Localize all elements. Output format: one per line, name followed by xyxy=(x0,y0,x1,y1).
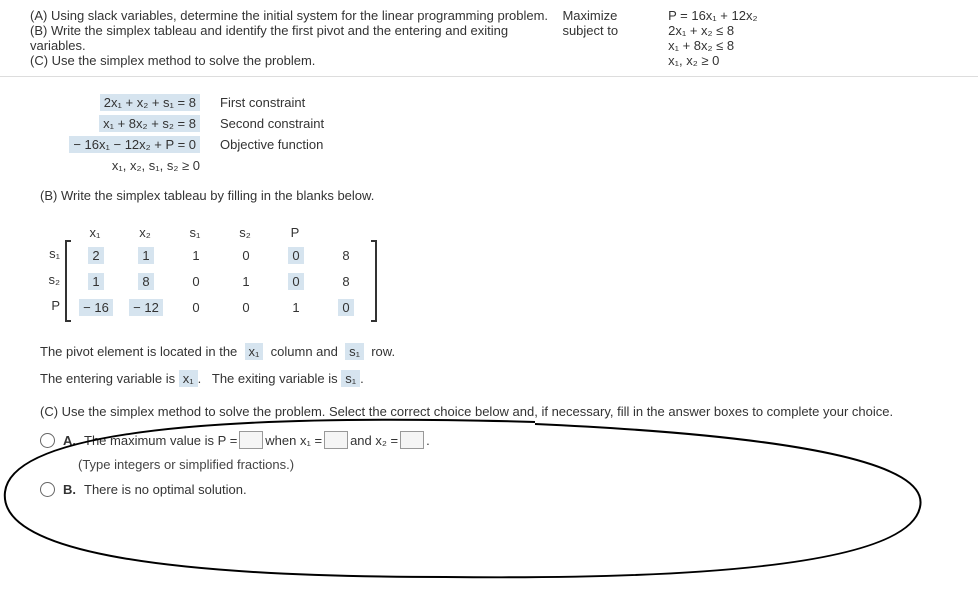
constraint-1: 2x₁ + x₂ ≤ 8 xyxy=(668,23,757,38)
entering-var: x₁ xyxy=(179,370,198,387)
header-problem: Maximize subject to P = 16x₁ + 12x₂ 2x₁ … xyxy=(562,8,948,68)
tableau-header: s₂ xyxy=(220,225,270,240)
tableau-cell: 8 xyxy=(321,248,371,263)
tableau-header xyxy=(320,225,370,240)
slack-label-3: Objective function xyxy=(220,137,323,152)
nonneg-eq: x₁, x₂, s₁, s₂ ≥ 0 xyxy=(40,158,220,173)
tableau-cell: 1 xyxy=(71,274,121,289)
entering-exiting-text: The entering variable is x₁. The exiting… xyxy=(40,371,938,386)
tableau-header: P xyxy=(270,225,320,240)
pivot-row: s₁ xyxy=(345,343,364,360)
exiting-var: s₁ xyxy=(341,370,360,387)
slack-eq-2: x₁ + 8x₂ + s₂ = 8 xyxy=(99,115,200,132)
tableau-cell: 1 xyxy=(271,300,321,315)
tableau-row: 180108 xyxy=(71,268,371,294)
part-b-intro: (B) Write the simplex tableau by filling… xyxy=(40,188,938,203)
initial-system: 2x₁ + x₂ + s₁ = 8 First constraint x₁ + … xyxy=(40,95,938,173)
input-x1[interactable] xyxy=(324,431,348,449)
choice-b-row[interactable]: B. There is no optimal solution. xyxy=(40,482,938,497)
pivot-column: x₁ xyxy=(245,343,264,360)
pivot-location-text: The pivot element is located in the x₁ c… xyxy=(40,344,938,359)
simplex-tableau: x₁x₂s₁s₂P s₁s₂P 211008180108− 16− 120010 xyxy=(40,225,377,322)
row-labels-col: s₁ s₂ P xyxy=(40,240,65,322)
tableau-cell: 0 xyxy=(321,300,371,315)
tableau-header: s₁ xyxy=(170,225,220,240)
tableau-cell: 8 xyxy=(321,274,371,289)
input-x2[interactable] xyxy=(400,431,424,449)
tableau-header: x₁ xyxy=(70,225,120,240)
part-c-intro: (C) Use the simplex method to solve the … xyxy=(40,404,938,419)
slack-eq-3: − 16x₁ − 12x₂ + P = 0 xyxy=(69,136,200,153)
constraint-2: x₁ + 8x₂ ≤ 8 xyxy=(668,38,757,53)
choice-a-label: A. xyxy=(63,433,76,448)
tableau-cell: 1 xyxy=(171,248,221,263)
content-area: 2x₁ + x₂ + s₁ = 8 First constraint x₁ + … xyxy=(0,77,978,525)
tableau-row: − 16− 120010 xyxy=(71,294,371,320)
choice-a-hint: (Type integers or simplified fractions.) xyxy=(78,457,938,472)
tableau-headers: x₁x₂s₁s₂P xyxy=(70,225,377,240)
slack-label-2: Second constraint xyxy=(220,116,324,131)
tableau-cell: 0 xyxy=(221,300,271,315)
tableau-cell: 2 xyxy=(71,248,121,263)
tableau-cell: 0 xyxy=(171,274,221,289)
tableau-body: 211008180108− 16− 120010 xyxy=(65,240,377,322)
slack-label-1: First constraint xyxy=(220,95,305,110)
tableau-cell: 0 xyxy=(271,248,321,263)
choice-a-row[interactable]: A. The maximum value is P = when x₁ = an… xyxy=(40,431,938,449)
tableau-cell: 1 xyxy=(121,248,171,263)
tableau-header: x₂ xyxy=(120,225,170,240)
maximize-label: Maximize xyxy=(562,8,618,23)
choice-b-label: B. xyxy=(63,482,76,497)
tableau-cell: − 12 xyxy=(121,300,171,315)
tableau-row-label: P xyxy=(40,298,65,313)
slack-eq-1: 2x₁ + x₂ + s₁ = 8 xyxy=(100,94,200,111)
tableau-row-label: s₂ xyxy=(40,272,65,287)
instruction-a: (A) Using slack variables, determine the… xyxy=(30,8,562,23)
tableau-cell: 8 xyxy=(121,274,171,289)
tableau-cell: 0 xyxy=(171,300,221,315)
input-p[interactable] xyxy=(239,431,263,449)
instruction-c: (C) Use the simplex method to solve the … xyxy=(30,53,562,68)
problem-header: (A) Using slack variables, determine the… xyxy=(0,0,978,77)
tableau-cell: 0 xyxy=(271,274,321,289)
tableau-cell: 1 xyxy=(221,274,271,289)
header-instructions: (A) Using slack variables, determine the… xyxy=(30,8,562,68)
radio-b[interactable] xyxy=(40,482,55,497)
tableau-row-label: s₁ xyxy=(40,246,65,261)
tableau-cell: 0 xyxy=(221,248,271,263)
objective-eq: P = 16x₁ + 12x₂ xyxy=(668,8,757,23)
tableau-row: 211008 xyxy=(71,242,371,268)
instruction-b: (B) Write the simplex tableau and identi… xyxy=(30,23,562,53)
radio-a[interactable] xyxy=(40,433,55,448)
tableau-cell: − 16 xyxy=(71,300,121,315)
nonneg-constraint: x₁, x₂ ≥ 0 xyxy=(668,53,757,68)
subject-to-label: subject to xyxy=(562,23,618,38)
